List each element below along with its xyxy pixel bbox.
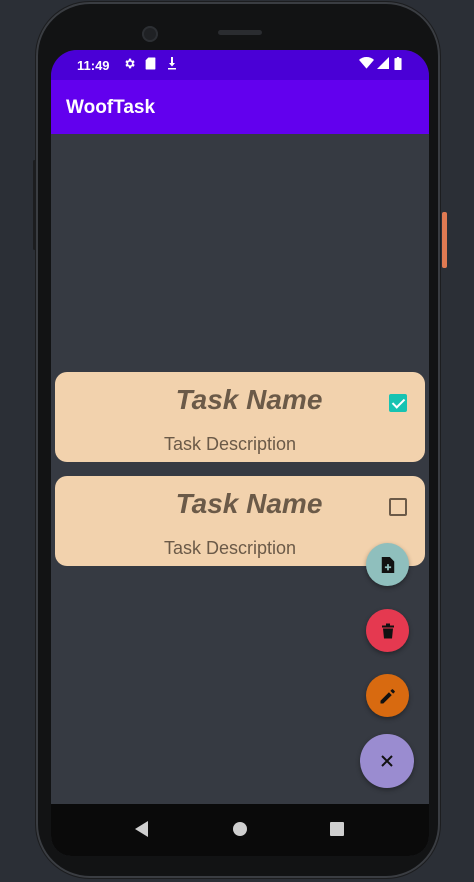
signal-icon [377, 57, 389, 72]
status-bar: 11:49 [51, 50, 429, 80]
volume-button [33, 160, 36, 250]
edit-fab[interactable] [366, 674, 409, 717]
app-bar: WoofTask [51, 80, 429, 134]
earpiece-speaker [218, 30, 262, 35]
task-checkbox-unchecked[interactable] [389, 498, 407, 516]
task-checkbox-checked[interactable] [389, 394, 407, 412]
power-button [442, 212, 447, 268]
status-time: 11:49 [77, 58, 110, 73]
system-nav-bar [51, 804, 429, 856]
recents-icon[interactable] [330, 822, 344, 836]
task-description: Task Description [163, 434, 297, 454]
front-camera-icon [142, 26, 158, 42]
delete-fab[interactable] [366, 609, 409, 652]
close-fab[interactable] [360, 734, 414, 788]
task-name: Task Name [175, 488, 323, 519]
home-icon[interactable] [233, 822, 247, 836]
add-task-fab[interactable] [366, 543, 409, 586]
settings-gear-icon [123, 57, 136, 73]
battery-icon [394, 57, 402, 73]
task-name: Task Name [175, 384, 323, 415]
back-icon[interactable] [135, 821, 148, 837]
task-description: Task Description [163, 538, 297, 558]
download-icon [167, 57, 177, 73]
screen: 11:49 WoofTask Task Name Task Descriptio… [51, 50, 429, 856]
task-card[interactable]: Task Name Task Description [55, 372, 425, 462]
sd-card-icon [145, 57, 156, 73]
wifi-icon [359, 57, 374, 72]
app-title: WoofTask [66, 97, 156, 118]
